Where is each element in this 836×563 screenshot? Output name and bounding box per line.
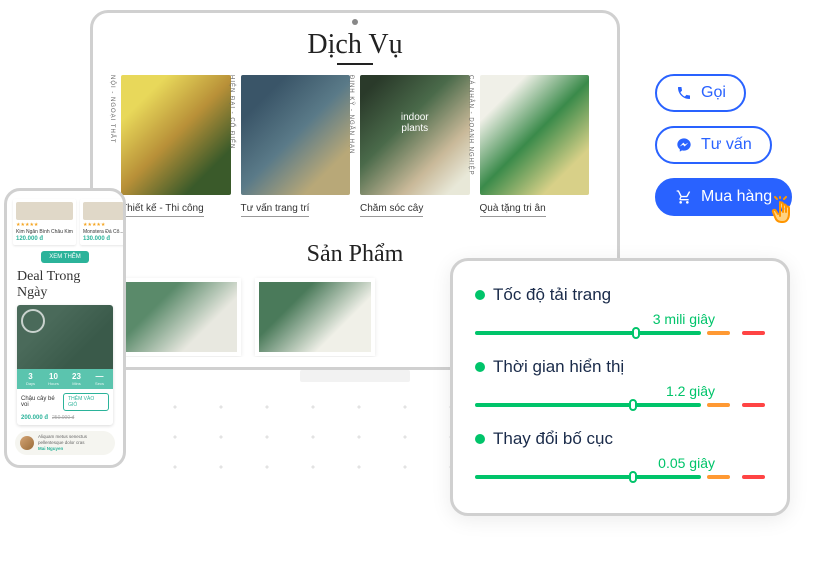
product-mini-card[interactable]: ★★★★★ Kim Ngân Bình Châu Kim 120.000 đ [13, 199, 76, 245]
metric-row: Tốc độ tải trang 3 mili giây [475, 285, 765, 337]
product-price: 130.000 đ [83, 236, 124, 242]
service-name: Chăm sóc cây [360, 203, 423, 217]
countdown-mins: 23Mins [66, 372, 87, 386]
avatar [20, 436, 34, 450]
stars-icon: ★★★★★ [83, 222, 124, 228]
service-vertical-label: HIỆN ĐẠI - CỔ ĐIỂN [229, 75, 235, 149]
metric-marker [629, 471, 637, 483]
product-card[interactable] [255, 278, 375, 356]
phone-preview: ★★★★★ Kim Ngân Bình Châu Kim 120.000 đ ★… [4, 188, 126, 468]
product-mini-card[interactable]: ★★★★★ Monstera Đá Cổ... 130.000 đ [80, 199, 126, 245]
metric-marker [632, 327, 640, 339]
see-more-button[interactable]: XEM THÊM [41, 251, 89, 263]
deal-card[interactable]: 3Days 10Hours 23Mins —Secs Chậu cây bé v… [17, 305, 113, 425]
cart-icon [675, 188, 693, 206]
service-card[interactable]: CÁ NHÂN - DOANH NGHIỆP Quà tặng tri ân [480, 75, 590, 217]
service-name: Tư vấn trang trí [241, 203, 310, 217]
deal-product-name: Chậu cây bé voi [21, 396, 63, 408]
metric-title: Thời gian hiển thị [493, 357, 624, 377]
cta-label: Tư vấn [701, 136, 752, 154]
metric-title: Tốc độ tải trang [493, 285, 611, 305]
metric-row: Thay đổi bố cục 0.05 giây [475, 429, 765, 481]
service-name: Thiết kế - Thi công [121, 203, 204, 217]
phone-icon [675, 84, 693, 102]
cta-label: Mua hàng [701, 188, 772, 206]
product-image [259, 282, 371, 352]
product-image [125, 282, 237, 352]
metric-bar [475, 401, 765, 409]
service-card[interactable]: ĐỊNH KỲ - NGẮN HẠN Chăm sóc cây [360, 75, 470, 217]
status-dot-icon [475, 290, 485, 300]
product-name: Monstera Đá Cổ... [83, 229, 124, 235]
add-to-cart-button[interactable]: THÊM VÀO GIỎ [63, 393, 109, 411]
stars-icon: ★★★★★ [16, 222, 73, 228]
service-card[interactable]: HIỆN ĐẠI - CỔ ĐIỂN Tư vấn trang trí [241, 75, 351, 217]
metric-title: Thay đổi bố cục [493, 429, 613, 449]
countdown-days: 3Days [20, 372, 41, 386]
countdown: 3Days 10Hours 23Mins —Secs [17, 369, 113, 389]
section-title-services: Dịch Vụ [103, 29, 607, 61]
service-vertical-label: NỘI - NGOẠI THẤT [109, 75, 115, 144]
chat-bubble[interactable]: Aliquam metus senectus pellentesque dolo… [15, 431, 115, 455]
chat-text: Aliquam metus senectus pellentesque dolo… [38, 434, 110, 452]
product-name: Kim Ngân Bình Châu Kim [16, 229, 73, 235]
phone-cards-row: ★★★★★ Kim Ngân Bình Châu Kim 120.000 đ ★… [11, 197, 119, 247]
metric-row: Thời gian hiển thị 1.2 giây [475, 357, 765, 409]
product-mini-image [16, 202, 73, 220]
cta-buttons: Gọi Tư vấn Mua hàng [655, 74, 792, 216]
messenger-icon [675, 136, 693, 154]
deal-section-title: Deal Trong Ngày [11, 267, 119, 303]
consult-button[interactable]: Tư vấn [655, 126, 772, 164]
status-dot-icon [475, 434, 485, 444]
service-image [360, 75, 470, 195]
metric-value: 0.05 giây [475, 455, 765, 471]
countdown-hours: 10Hours [43, 372, 64, 386]
countdown-secs: —Secs [89, 372, 110, 386]
product-price: 120.000 đ [16, 236, 73, 242]
metric-value: 1.2 giây [475, 383, 765, 399]
product-card[interactable] [121, 278, 241, 356]
price-current: 200.000 đ [21, 415, 48, 421]
title-underline [337, 63, 373, 65]
cta-label: Gọi [701, 84, 726, 102]
service-vertical-label: ĐỊNH KỲ - NGẮN HẠN [348, 75, 354, 154]
product-mini-image [83, 202, 124, 220]
price-old: 250.000 đ [52, 415, 74, 421]
service-name: Quà tặng tri ân [480, 203, 546, 217]
tablet-metrics-panel: Tốc độ tải trang 3 mili giây Thời gian h… [450, 258, 790, 516]
metric-bar [475, 329, 765, 337]
background-dots [152, 392, 452, 472]
deal-image [17, 305, 113, 369]
metric-marker [629, 399, 637, 411]
call-button[interactable]: Gọi [655, 74, 746, 112]
service-image [241, 75, 351, 195]
metric-value: 3 mili giây [475, 311, 765, 327]
service-vertical-label: CÁ NHÂN - DOANH NGHIỆP [468, 75, 474, 176]
pointer-cursor-icon [770, 196, 800, 237]
status-dot-icon [475, 362, 485, 372]
metric-bar [475, 473, 765, 481]
services-row: NỘI - NGOẠI THẤT Thiết kế - Thi công HIỆ… [103, 75, 607, 217]
service-image [121, 75, 231, 195]
service-image [480, 75, 590, 195]
service-card[interactable]: NỘI - NGOẠI THẤT Thiết kế - Thi công [121, 75, 231, 217]
monitor-stand [300, 370, 410, 382]
